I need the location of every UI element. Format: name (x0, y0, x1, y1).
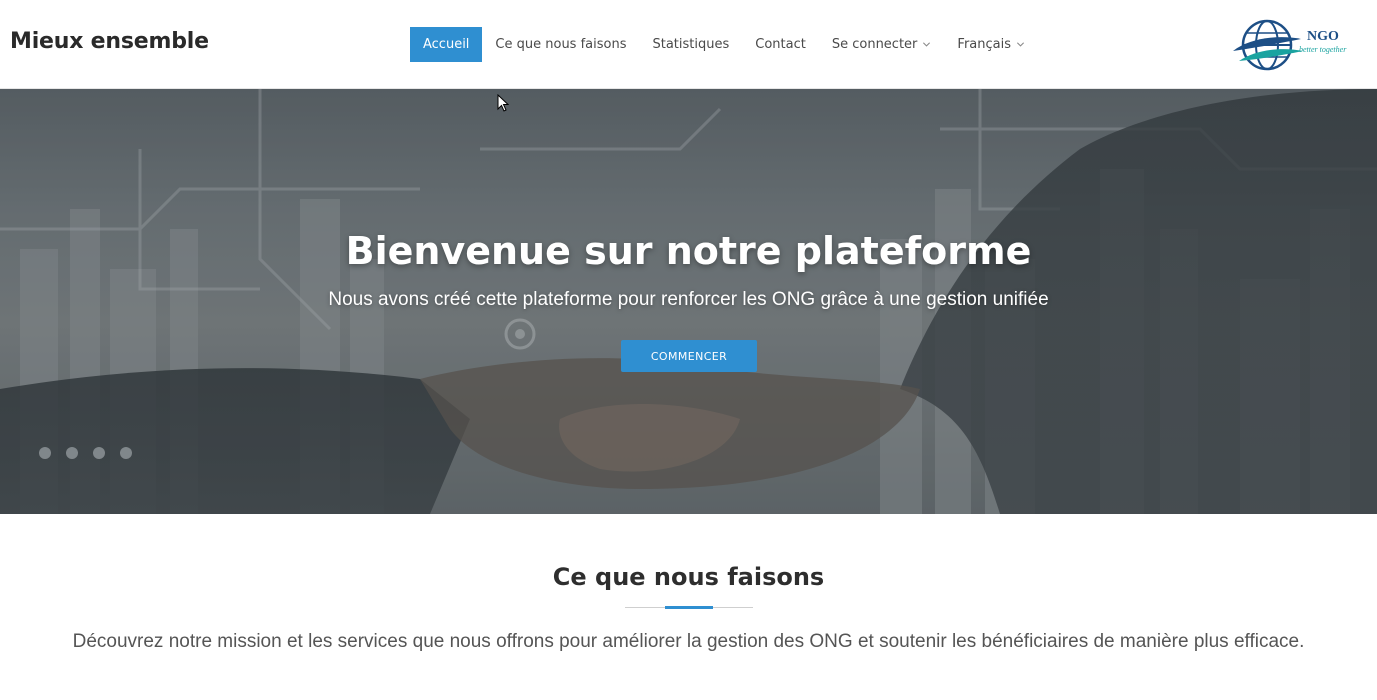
chevron-down-icon (923, 42, 931, 47)
nav-item-se-connecter[interactable]: Se connecter (819, 27, 945, 62)
hero-banner: Bienvenue sur notre plateforme Nous avon… (0, 89, 1377, 514)
nav-item-language[interactable]: Français (944, 27, 1038, 62)
mouse-cursor-icon (497, 94, 509, 112)
nav-label: Contact (755, 37, 806, 52)
section-description: Découvrez notre mission et les services … (72, 631, 1305, 652)
logo-tagline: better together (1299, 45, 1347, 54)
nav-label: Accueil (423, 37, 470, 52)
nav-item-accueil[interactable]: Accueil (410, 27, 483, 62)
nav-label: Français (957, 37, 1011, 52)
nav-label: Ce que nous faisons (495, 37, 627, 52)
nav-item-statistiques[interactable]: Statistiques (639, 27, 742, 62)
commencer-button[interactable]: COMMENCER (621, 340, 757, 372)
section-divider-accent (665, 606, 713, 609)
ngo-logo[interactable]: NGO better together (1231, 17, 1357, 73)
main-nav: Accueil Ce que nous faisons Statistiques… (410, 27, 1038, 62)
nav-item-contact[interactable]: Contact (742, 27, 819, 62)
section-title: Ce que nous faisons (552, 563, 825, 591)
hero-title: Bienvenue sur notre plateforme (345, 229, 1032, 273)
logo-text: NGO (1307, 29, 1339, 44)
nav-label: Statistiques (652, 37, 730, 52)
chevron-down-icon (1016, 42, 1025, 47)
nav-item-ce-que-nous-faisons[interactable]: Ce que nous faisons (482, 27, 639, 62)
hero-subtitle: Nous avons créé cette plateforme pour re… (328, 289, 1049, 310)
nav-label: Se connecter (831, 37, 918, 52)
brand-name[interactable]: Mieux ensemble (10, 29, 209, 54)
site-header: Mieux ensemble Accueil Ce que nous faiso… (0, 0, 1377, 89)
